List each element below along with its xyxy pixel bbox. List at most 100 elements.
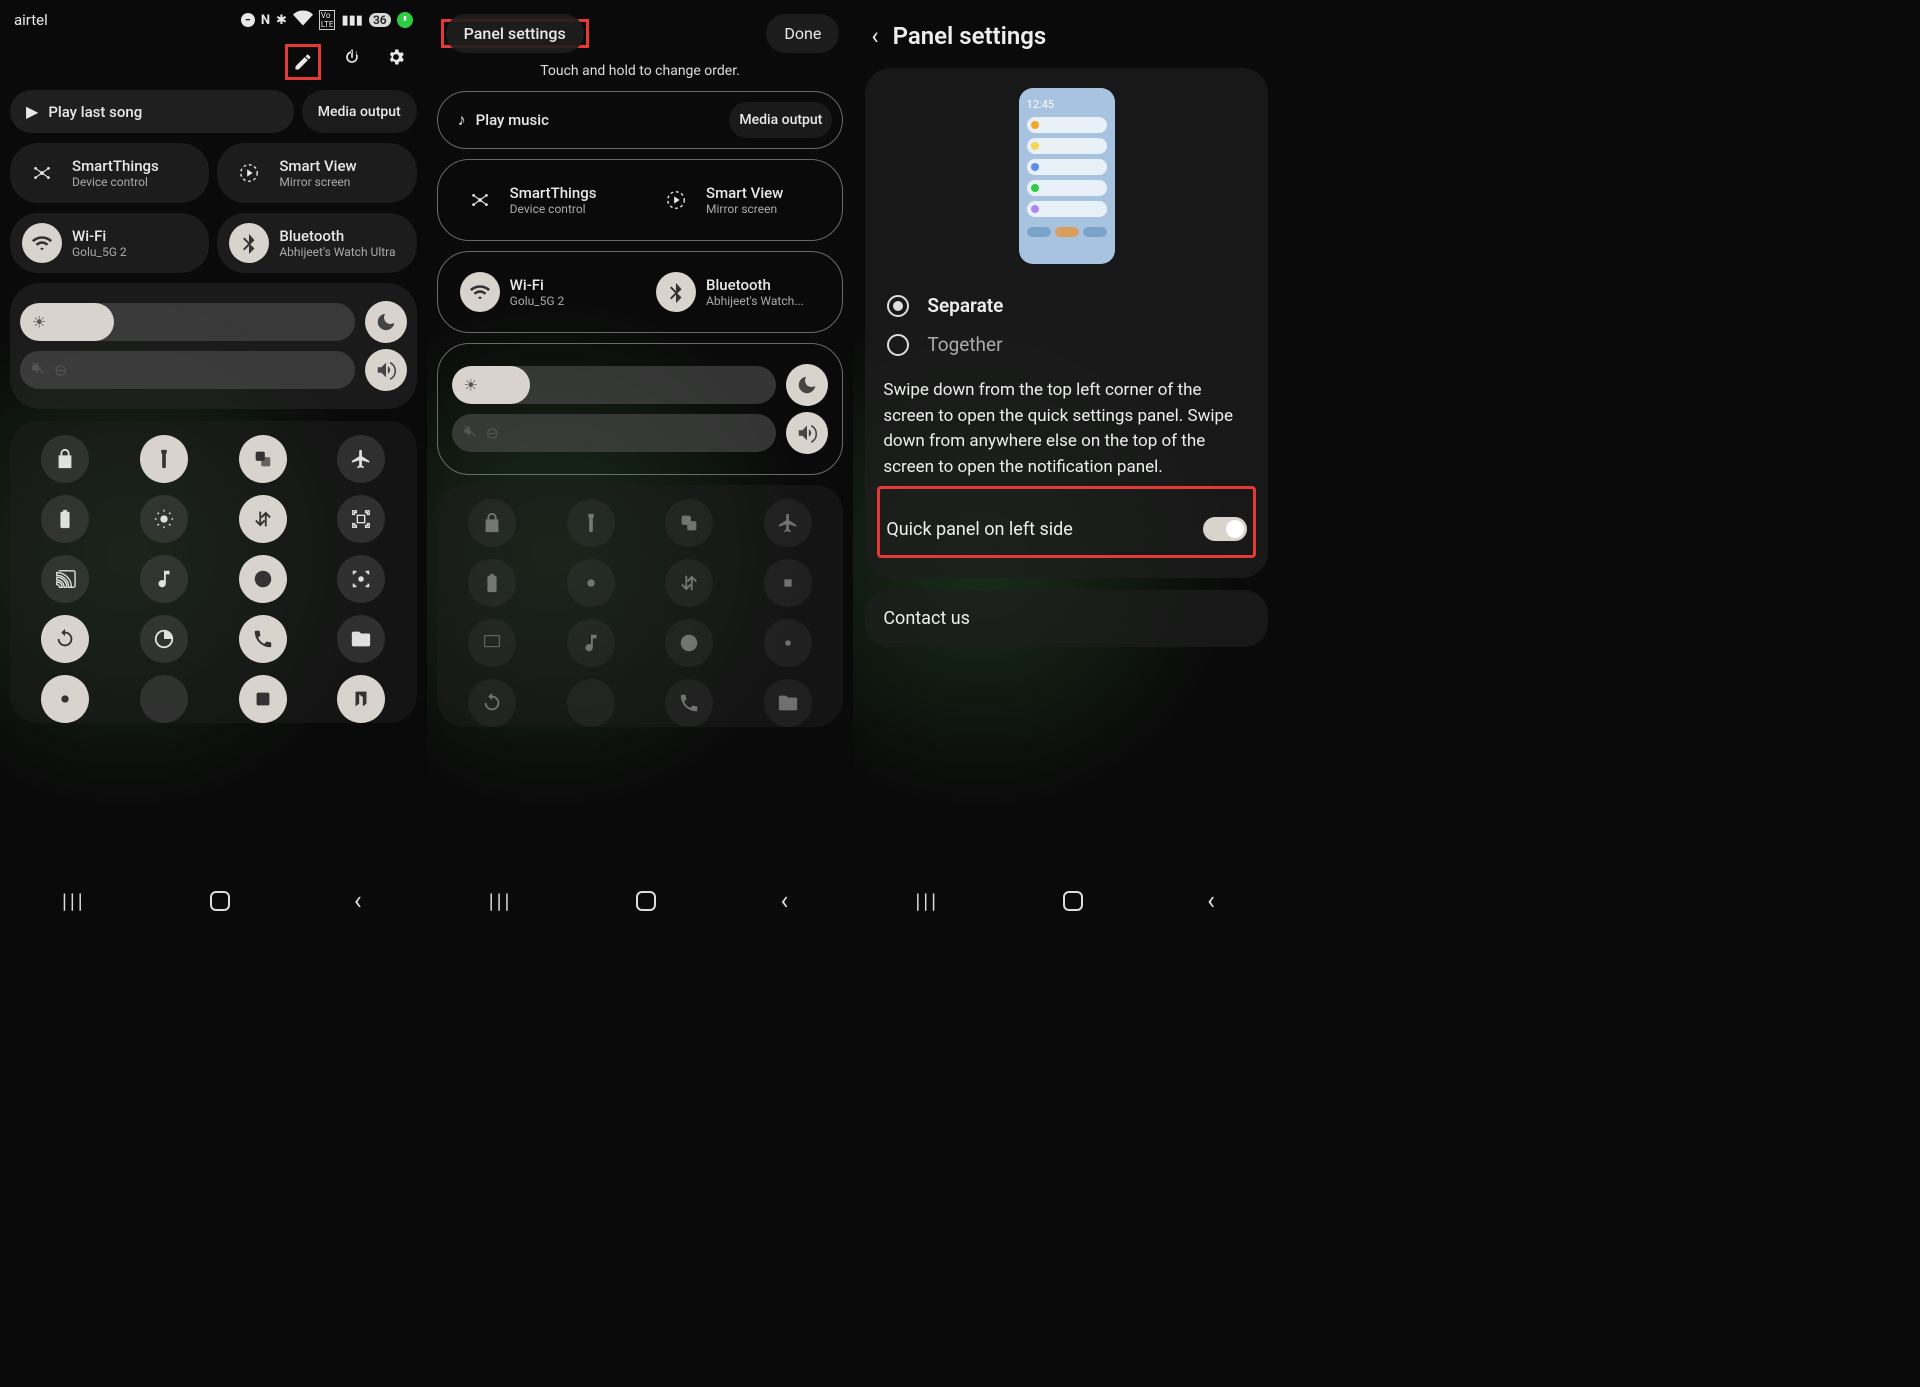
nfc-toggle[interactable] [337,675,385,723]
data-toggle[interactable] [665,559,713,607]
extra-toggle-1[interactable] [140,675,188,723]
device-group[interactable]: SmartThingsDevice control Smart ViewMirr… [437,159,844,241]
panel-settings-highlight: Panel settings [441,19,589,48]
wifi-icon [22,223,62,263]
dark-mode-button[interactable] [365,301,407,343]
sun-icon: ☀ [32,313,46,332]
smartview-tile[interactable]: Smart ViewMirror screen [217,143,416,203]
qr-toggle[interactable] [337,495,385,543]
music-toggle[interactable] [140,555,188,603]
sync-toggle[interactable] [468,679,516,727]
toggle-switch-on[interactable] [1203,517,1247,541]
airplane-toggle[interactable] [337,435,385,483]
panel-settings-button[interactable]: Panel settings [446,14,584,53]
multiwindow-toggle[interactable] [665,499,713,547]
mute-icon [462,423,478,443]
cast-toggle[interactable] [468,619,516,667]
quick-panel-left-toggle[interactable]: Quick panel on left side [884,509,1249,549]
media-output-button[interactable]: Media output [302,90,417,133]
power-icon[interactable] [339,44,365,70]
done-button[interactable]: Done [766,14,839,53]
home-button[interactable] [636,891,656,911]
brightness-slider[interactable]: ☀ [20,303,355,341]
nav-bar: ||| ‹ [427,878,854,924]
cast-toggle[interactable] [41,555,89,603]
wificalling-toggle[interactable] [665,679,713,727]
flashlight-toggle[interactable] [140,435,188,483]
flashlight-toggle[interactable] [567,499,615,547]
edit-highlight [285,44,321,80]
dnd-small-icon: ⊖ [54,361,67,380]
wifi-tile-edit[interactable]: Wi-FiGolu_5G 2 [448,262,636,322]
home-button[interactable] [1063,891,1083,911]
sync-toggle[interactable] [41,615,89,663]
folder-toggle[interactable] [337,615,385,663]
nav-bar: ||| ‹ [853,878,1280,924]
quick-toggles-grid-edit[interactable] [437,485,844,727]
home-button[interactable] [210,891,230,911]
contact-us-button[interactable]: Contact us [865,590,1268,647]
edit-icon[interactable] [290,49,316,75]
media-group[interactable]: ♪ Play music Media output [437,91,844,149]
sound-button[interactable] [365,349,407,391]
folder-toggle[interactable] [764,679,812,727]
smartview-tile-edit[interactable]: Smart ViewMirror screen [644,170,832,230]
smartthings-icon [22,153,62,193]
qr-toggle[interactable] [764,559,812,607]
datasaver-toggle[interactable] [140,615,188,663]
datasaver-toggle[interactable] [567,679,615,727]
volume-slider[interactable]: ⊖ [20,351,355,389]
smartthings-tile[interactable]: SmartThingsDevice control [10,143,209,203]
brightness-slider-edit[interactable]: ☀ [452,366,777,404]
data-toggle[interactable] [239,495,287,543]
sound-button-edit[interactable] [786,412,828,454]
screenrecord-toggle[interactable] [337,555,385,603]
recents-button[interactable]: ||| [489,889,513,913]
status-bar: airtel − N ✱ VoLTE ▮▮▮ 36 [0,0,427,36]
mute-icon [30,360,46,380]
back-button[interactable]: ‹ [780,886,791,916]
location-toggle[interactable] [41,675,89,723]
lock-toggle[interactable] [41,435,89,483]
wificalling-toggle[interactable] [239,615,287,663]
page-title: Panel settings [893,22,1047,50]
sliders-group[interactable]: ☀ ⊖ [437,343,844,475]
dnd-toggle[interactable] [665,619,713,667]
extra-toggle-2[interactable] [239,675,287,723]
music-toggle[interactable] [567,619,615,667]
volume-slider-edit[interactable]: ⊖ [452,414,777,452]
multiwindow-toggle[interactable] [239,435,287,483]
dnd-toggle[interactable] [239,555,287,603]
media-output-tile[interactable]: Media output [729,102,832,138]
screenrecord-toggle[interactable] [764,619,812,667]
signal-icon: ▮▮▮ [341,13,362,28]
play-last-song-button[interactable]: ▶ Play last song [10,90,294,133]
bluetooth-tile-edit[interactable]: BluetoothAbhijeet's Watch... [644,262,832,322]
option-together[interactable]: Together [883,325,1250,364]
volte-icon: VoLTE [319,10,336,30]
smartview-icon [656,180,696,220]
battery-toggle[interactable] [41,495,89,543]
recents-button[interactable]: ||| [62,889,86,913]
auto-brightness-toggle[interactable] [567,559,615,607]
auto-brightness-toggle[interactable] [140,495,188,543]
back-button[interactable]: ‹ [1207,886,1218,916]
settings-icon[interactable] [383,44,409,70]
wifi-tile[interactable]: Wi-FiGolu_5G 2 [10,213,209,273]
recents-button[interactable]: ||| [915,889,939,913]
dark-mode-button-edit[interactable] [786,364,828,406]
play-music-tile[interactable]: ♪ Play music [448,102,722,138]
lock-toggle[interactable] [468,499,516,547]
dnd-small-icon: ⊖ [486,424,499,443]
bluetooth-icon [656,272,696,312]
option-separate[interactable]: Separate [883,286,1250,325]
reorder-hint: Touch and hold to change order. [427,59,854,91]
battery-toggle[interactable] [468,559,516,607]
bluetooth-tile[interactable]: BluetoothAbhijeet's Watch Ultra [217,213,416,273]
back-button[interactable]: ‹ [354,886,365,916]
airplane-toggle[interactable] [764,499,812,547]
screen-quick-panel: airtel − N ✱ VoLTE ▮▮▮ 36 ▶ Play last so… [0,0,427,924]
connectivity-group[interactable]: Wi-FiGolu_5G 2 BluetoothAbhijeet's Watch… [437,251,844,333]
smartthings-tile-edit[interactable]: SmartThingsDevice control [448,170,636,230]
back-icon[interactable]: ‹ [871,22,878,50]
